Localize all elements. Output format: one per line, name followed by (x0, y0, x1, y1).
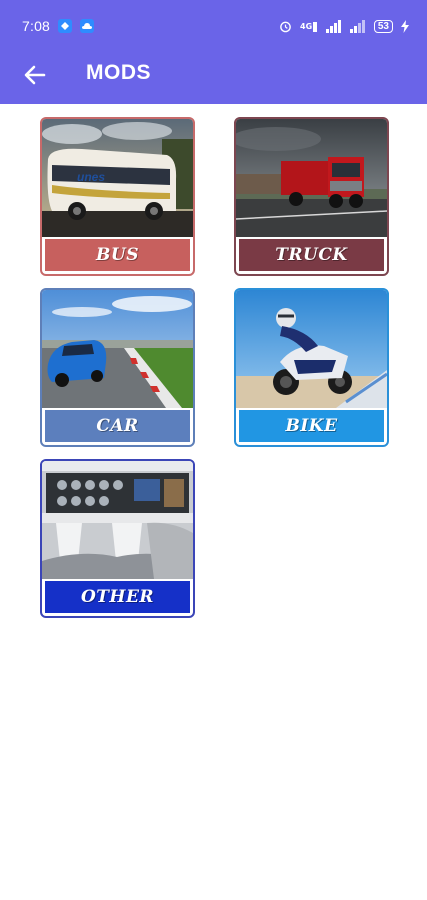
category-label: OTHER (45, 581, 190, 613)
truck-image (236, 119, 387, 237)
status-bar: 7:08 4G 53 (0, 0, 427, 52)
app-notification-icon (58, 19, 73, 33)
status-time: 7:08 (22, 18, 51, 34)
category-label: BIKE (239, 410, 384, 442)
category-card-truck[interactable]: TRUCK (234, 117, 389, 276)
back-button[interactable] (20, 60, 50, 90)
bike-image (236, 290, 387, 408)
bus-image: unes (42, 119, 193, 237)
signal-bars-icon (325, 19, 342, 33)
category-card-car[interactable]: CAR (40, 288, 195, 447)
category-label: CAR (45, 410, 190, 442)
battery-icon: 53 (373, 19, 393, 33)
arrow-left-icon (24, 65, 46, 85)
category-card-other[interactable]: OTHER (40, 459, 195, 618)
app-bar: 7:08 4G 53 MODS (0, 0, 427, 104)
category-label: TRUCK (239, 239, 384, 271)
svg-text:4G: 4G (300, 22, 312, 31)
cloud-icon (80, 19, 95, 33)
signal-4g-icon: 4G (300, 20, 318, 33)
category-card-bike[interactable]: BIKE (234, 288, 389, 447)
alarm-icon (279, 20, 292, 33)
category-card-bus[interactable]: unes BUS (40, 117, 195, 276)
page-title: MODS (86, 61, 151, 84)
svg-text:unes: unes (77, 170, 105, 184)
car-image (42, 290, 193, 408)
category-label: BUS (45, 239, 190, 271)
signal-bars-icon (349, 19, 366, 33)
toolbar: MODS (0, 52, 427, 104)
charging-bolt-icon (401, 19, 409, 33)
cockpit-image (42, 461, 193, 579)
